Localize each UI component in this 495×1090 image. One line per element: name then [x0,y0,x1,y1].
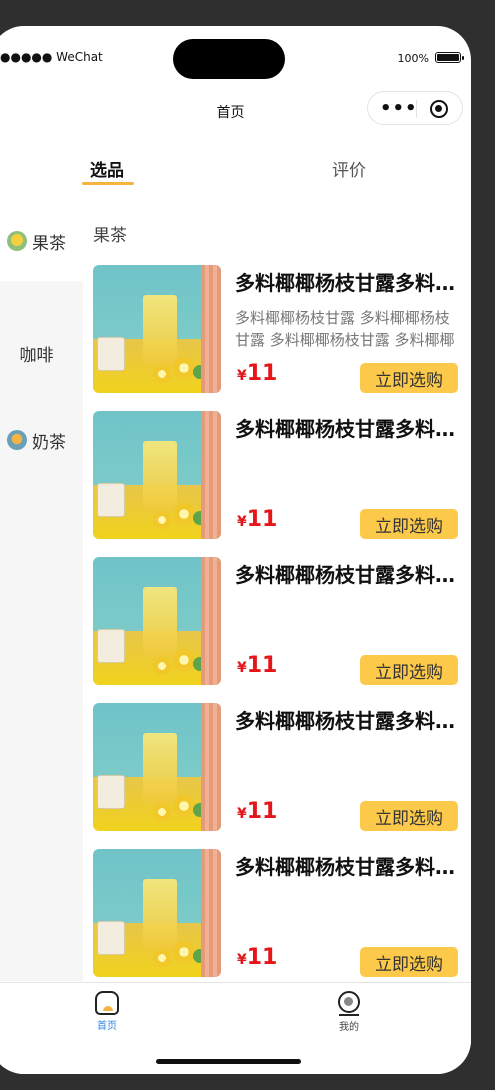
buy-now-button[interactable]: 立即选购 [360,947,458,977]
product-name[interactable]: 多料椰椰杨枝甘露多料椰椰杨枝甘露 [235,851,455,880]
phone-screen: ●●●●● WeChat 100% 首页 ••• 选品 评价 果茶 咖啡 奶茶 … [0,26,471,1074]
product-price: ¥11 [237,799,277,824]
product-name[interactable]: 多料椰椰杨枝甘露多料椰椰杨枝甘露 [235,413,455,442]
product-card[interactable]: 多料椰椰杨枝甘露多料椰椰杨枝甘露 ¥11 立即选购 [93,557,458,685]
battery-percent: 100% [397,52,429,65]
buy-now-button[interactable]: 立即选购 [360,509,458,539]
sidebar-item-milk-tea[interactable]: 奶茶 [0,400,83,480]
battery-icon [435,52,464,63]
sidebar-item-coffee[interactable]: 咖啡 [0,313,83,393]
more-icon[interactable]: ••• [380,98,418,119]
product-card[interactable]: 多料椰椰杨枝甘露多料椰椰杨枝甘露 多料椰椰杨枝甘露 多料椰椰杨枝甘露 多料椰椰杨… [93,265,458,393]
product-image[interactable] [93,849,221,977]
status-bar: ●●●●● WeChat 100% [0,26,471,86]
product-image[interactable] [93,703,221,831]
fruit-tea-icon [7,231,27,251]
price-value: 11 [246,507,278,532]
price-value: 11 [246,945,278,970]
product-price: ¥11 [237,945,277,970]
product-name[interactable]: 多料椰椰杨枝甘露多料椰椰杨枝甘露 [235,559,455,588]
product-price: ¥11 [237,507,277,532]
buy-now-button[interactable]: 立即选购 [360,363,458,393]
category-heading: 果茶 [93,226,127,246]
buy-now-button[interactable]: 立即选购 [360,801,458,831]
product-price: ¥11 [237,361,277,386]
product-card[interactable]: 多料椰椰杨枝甘露多料椰椰杨枝甘露 ¥11 立即选购 [93,849,458,977]
price-value: 11 [246,653,278,678]
currency-symbol: ¥ [237,368,247,384]
sidebar-item-label: 咖啡 [19,345,54,366]
currency-symbol: ¥ [237,806,247,822]
price-value: 11 [246,799,278,824]
capsule-divider [416,100,417,118]
currency-symbol: ¥ [237,660,247,676]
carrier-label: ●●●●● WeChat [0,50,103,64]
tab-select-products[interactable]: 选品 [90,156,124,181]
sidebar-item-label: 奶茶 [32,432,66,453]
currency-symbol: ¥ [237,952,247,968]
target-icon[interactable] [430,100,448,118]
active-tab-indicator [82,182,134,185]
product-card[interactable]: 多料椰椰杨枝甘露多料椰椰杨枝甘露 ¥11 立即选购 [93,703,458,831]
miniprogram-capsule[interactable]: ••• [367,91,463,125]
tabbar-item-home[interactable]: 首页 [77,991,137,1032]
product-card[interactable]: 多料椰椰杨枝甘露多料椰椰杨枝甘露 ¥11 立即选购 [93,411,458,539]
milk-tea-icon [7,430,27,450]
home-indicator[interactable] [156,1059,301,1064]
buy-now-button[interactable]: 立即选购 [360,655,458,685]
dynamic-island [173,39,285,79]
tabbar-label: 首页 [97,1021,117,1032]
product-image[interactable] [93,265,221,393]
sidebar-item-fruit-tea[interactable]: 果茶 [0,201,83,281]
tabbar-item-profile[interactable]: 我的 [319,991,379,1033]
product-description: 多料椰椰杨枝甘露 多料椰椰杨枝甘露 多料椰椰杨枝甘露 多料椰椰杨枝甘露 [235,309,455,349]
sidebar-item-label: 果茶 [32,233,66,254]
product-image[interactable] [93,557,221,685]
product-price: ¥11 [237,653,277,678]
price-value: 11 [246,361,278,386]
tab-reviews[interactable]: 评价 [332,156,366,181]
currency-symbol: ¥ [237,514,247,530]
product-name[interactable]: 多料椰椰杨枝甘露多料椰椰杨枝甘露 [235,267,455,296]
tabbar-label: 我的 [339,1022,359,1033]
product-image[interactable] [93,411,221,539]
category-sidebar: 果茶 咖啡 奶茶 [0,201,83,981]
product-name[interactable]: 多料椰椰杨枝甘露多料椰椰杨枝甘露 [235,705,455,734]
profile-icon [338,991,360,1013]
home-icon [95,991,119,1015]
